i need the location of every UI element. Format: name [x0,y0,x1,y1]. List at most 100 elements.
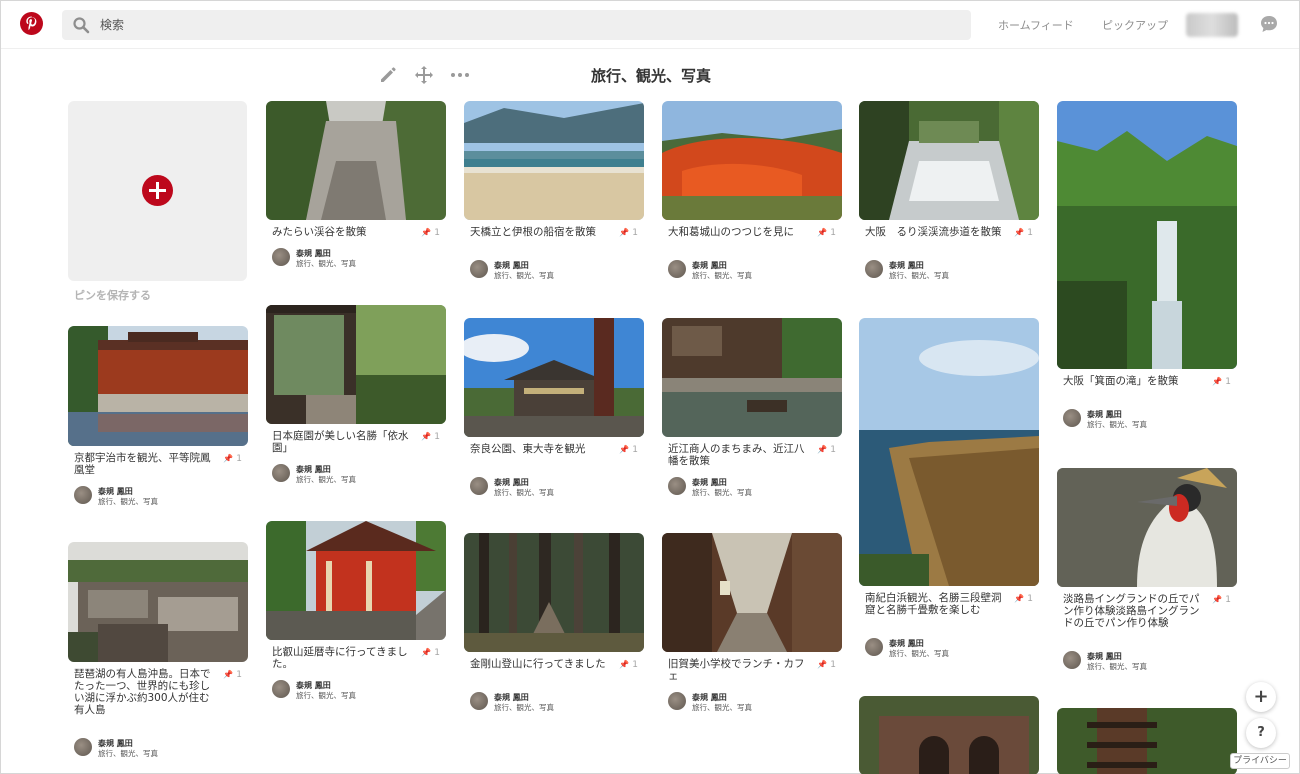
pin-card[interactable]: 琵琶湖の有人島沖島。日本でたった一つ、世界的にも珍しい湖に浮かぶ約300人が住む… [68,542,248,758]
pin-card[interactable]: 近江商人のまちまみ、近江八幡を散策 📌 1 泰規 鳳田 旅行、観光、写真 [662,318,842,497]
pin-title[interactable]: 大阪 るり渓渓流歩道を散策 [865,226,1005,238]
pin-attribution[interactable]: 泰規 鳳田 旅行、観光、写真 [668,260,838,280]
pin-title[interactable]: 奈良公園、東大寺を観光 [470,443,610,455]
pin-title[interactable]: 大和葛城山のつつじを見に [668,226,808,238]
pin-image[interactable] [1057,101,1237,369]
privacy-link[interactable]: プライバシー [1230,753,1290,769]
avatar[interactable] [272,680,290,698]
pin-card[interactable]: 金剛山登山に行ってきました 📌 1 泰規 鳳田 旅行、観光、写真 [464,533,644,712]
pin-image[interactable] [266,305,446,424]
pin-card[interactable] [1057,708,1237,774]
save-pin-card[interactable] [68,101,247,281]
add-button[interactable]: + [1246,682,1276,712]
pin-card[interactable]: 南紀白浜観光、名勝三段壁洞窟と名勝千畳敷を楽しむ 📌 1 泰規 鳳田 旅行、観光、… [859,318,1039,658]
avatar[interactable] [74,486,92,504]
move-arrows-icon[interactable] [414,65,434,85]
board-name[interactable]: 旅行、観光、写真 [692,702,752,713]
pin-image[interactable] [662,318,842,437]
board-name[interactable]: 旅行、観光、写真 [296,690,356,701]
chat-bubble-icon[interactable] [1259,14,1279,34]
board-name[interactable]: 旅行、観光、写真 [296,474,356,485]
avatar[interactable] [668,260,686,278]
pin-image[interactable] [68,542,248,662]
pin-image[interactable] [1057,708,1237,774]
pin-attribution[interactable]: 泰規 鳳田 旅行、観光、写真 [470,692,640,712]
pin-attribution[interactable]: 泰規 鳳田 旅行、観光、写真 [1063,409,1233,429]
avatar[interactable] [1063,651,1081,669]
avatar[interactable] [74,738,92,756]
avatar[interactable] [470,477,488,495]
avatar[interactable] [272,464,290,482]
pin-card[interactable]: 奈良公園、東大寺を観光 📌 1 泰規 鳳田 旅行、観光、写真 [464,318,644,497]
pin-attribution[interactable]: 泰規 鳳田 旅行、観光、写真 [470,260,640,280]
pin-image[interactable] [266,521,446,640]
avatar[interactable] [1063,409,1081,427]
profile-avatar[interactable] [1186,13,1238,37]
pin-card[interactable] [859,696,1039,774]
avatar[interactable] [668,477,686,495]
board-name[interactable]: 旅行、観光、写真 [494,487,554,498]
pin-card[interactable]: 大和葛城山のつつじを見に 📌 1 泰規 鳳田 旅行、観光、写真 [662,101,842,280]
pin-card[interactable]: 淡路島イングランドの丘でパン作り体験淡路島イングランドの丘でパン作り体験 📌 1 … [1057,468,1237,671]
pin-attribution[interactable]: 泰規 鳳田 旅行、観光、写真 [74,486,244,506]
board-name[interactable]: 旅行、観光、写真 [494,702,554,713]
pin-attribution[interactable]: 泰規 鳳田 旅行、観光、写真 [272,464,442,484]
board-name[interactable]: 旅行、観光、写真 [889,648,949,659]
pin-card[interactable]: 大阪「箕面の滝」を散策 📌 1 泰規 鳳田 旅行、観光、写真 [1057,101,1237,429]
pin-title[interactable]: 大阪「箕面の滝」を散策 [1063,375,1203,387]
pin-image[interactable] [859,696,1039,774]
help-button[interactable]: ? [1246,718,1276,748]
avatar[interactable] [865,260,883,278]
pin-card[interactable]: 比叡山延暦寺に行ってきました。 📌 1 泰規 鳳田 旅行、観光、写真 [266,521,446,700]
pin-attribution[interactable]: 泰規 鳳田 旅行、観光、写真 [865,638,1035,658]
board-name[interactable]: 旅行、観光、写真 [889,270,949,281]
pin-card[interactable]: 天橋立と伊根の船宿を散策 📌 1 泰規 鳳田 旅行、観光、写真 [464,101,644,280]
avatar[interactable] [470,260,488,278]
pin-title[interactable]: みたらい渓谷を散策 [272,226,412,238]
pin-card[interactable]: 旧賀美小学校でランチ・カフェ 📌 1 泰規 鳳田 旅行、観光、写真 [662,533,842,712]
pin-image[interactable] [859,318,1039,586]
pin-title[interactable]: 比叡山延暦寺に行ってきました。 [272,646,412,670]
pin-image[interactable] [662,533,842,652]
nav-pickup[interactable]: ピックアップ [1102,17,1168,33]
pin-image[interactable] [266,101,446,220]
board-name[interactable]: 旅行、観光、写真 [692,270,752,281]
pin-title[interactable]: 京都宇治市を観光、平等院鳳凰堂 [74,452,214,476]
pin-image[interactable] [464,101,644,220]
pin-attribution[interactable]: 泰規 鳳田 旅行、観光、写真 [668,477,838,497]
add-pin-plus-icon[interactable] [142,175,173,206]
board-name[interactable]: 旅行、観光、写真 [98,496,158,507]
avatar[interactable] [470,692,488,710]
more-dots-icon[interactable] [450,71,470,79]
nav-home-feed[interactable]: ホームフィード [998,17,1074,33]
avatar[interactable] [272,248,290,266]
pin-card[interactable]: 京都宇治市を観光、平等院鳳凰堂 📌 1 泰規 鳳田 旅行、観光、写真 [68,326,248,506]
board-name[interactable]: 旅行、観光、写真 [1087,419,1147,430]
pin-title[interactable]: 金剛山登山に行ってきました [470,658,610,670]
pin-title[interactable]: 天橋立と伊根の船宿を散策 [470,226,610,238]
pin-title[interactable]: 南紀白浜観光、名勝三段壁洞窟と名勝千畳敷を楽しむ [865,592,1005,616]
pinterest-logo-icon[interactable] [20,12,43,35]
pin-attribution[interactable]: 泰規 鳳田 旅行、観光、写真 [668,692,838,712]
pin-image[interactable] [464,318,644,437]
board-name[interactable]: 旅行、観光、写真 [296,258,356,269]
pin-image[interactable] [68,326,248,446]
pin-title[interactable]: 旧賀美小学校でランチ・カフェ [668,658,808,682]
pin-attribution[interactable]: 泰規 鳳田 旅行、観光、写真 [272,680,442,700]
board-name[interactable]: 旅行、観光、写真 [692,487,752,498]
pin-image[interactable] [662,101,842,220]
pin-title[interactable]: 日本庭園が美しい名勝「依水園」 [272,430,412,454]
pin-attribution[interactable]: 泰規 鳳田 旅行、観光、写真 [470,477,640,497]
avatar[interactable] [865,638,883,656]
pin-image[interactable] [1057,468,1237,587]
pin-title[interactable]: 近江商人のまちまみ、近江八幡を散策 [668,443,808,467]
pin-attribution[interactable]: 泰規 鳳田 旅行、観光、写真 [74,738,244,758]
pin-attribution[interactable]: 泰規 鳳田 旅行、観光、写真 [272,248,442,268]
pencil-icon[interactable] [378,65,398,85]
pin-card[interactable]: 大阪 るり渓渓流歩道を散策 📌 1 泰規 鳳田 旅行、観光、写真 [859,101,1039,280]
pin-image[interactable] [859,101,1039,220]
board-name[interactable]: 旅行、観光、写真 [98,748,158,759]
avatar[interactable] [668,692,686,710]
pin-attribution[interactable]: 泰規 鳳田 旅行、観光、写真 [1063,651,1233,671]
pin-title[interactable]: 琵琶湖の有人島沖島。日本でたった一つ、世界的にも珍しい湖に浮かぶ約300人が住む… [74,668,214,716]
